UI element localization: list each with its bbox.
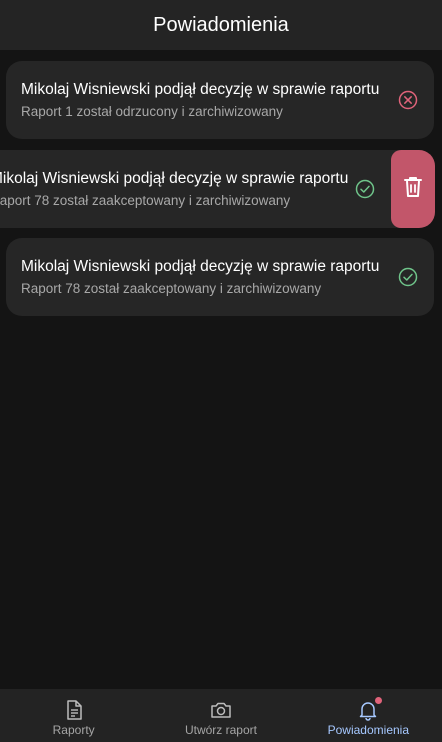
document-icon	[63, 699, 85, 721]
tab-powiadomienia[interactable]: Powiadomienia	[295, 689, 442, 742]
tab-utworz-raport[interactable]: Utwórz raport	[147, 689, 294, 742]
notification-card[interactable]: Mikolaj Wisniewski podjął decyzję w spra…	[6, 238, 434, 316]
delete-button[interactable]	[391, 150, 435, 228]
camera-icon	[210, 699, 232, 721]
x-circle-icon	[398, 90, 418, 110]
notification-title: Mikolaj Wisniewski podjął decyzję w spra…	[21, 81, 380, 98]
check-circle-icon	[355, 179, 375, 199]
notification-card[interactable]: Mikolaj Wisniewski podjął decyzję w spra…	[6, 61, 434, 139]
check-circle-icon	[398, 267, 418, 287]
bottom-tab-bar: Raporty Utwórz raport Powiadomienia	[0, 689, 442, 742]
notification-title: Mikolaj Wisniewski podjął decyzję w spra…	[0, 170, 349, 187]
tab-raporty[interactable]: Raporty	[0, 689, 147, 742]
page-title: Powiadomienia	[153, 13, 289, 36]
notification-subtitle: Raport 78 został zaakceptowany i zarchiw…	[21, 281, 322, 296]
notification-title: Mikolaj Wisniewski podjął decyzję w spra…	[21, 258, 380, 275]
bell-icon	[357, 697, 383, 721]
trash-icon	[402, 175, 424, 204]
tab-label: Raporty	[52, 723, 95, 737]
tab-label: Utwórz raport	[184, 723, 257, 737]
notification-subtitle: Raport 1 został odrzucony i zarchiwizowa…	[21, 104, 283, 119]
notification-card-swiped[interactable]: Mikolaj Wisniewski podjął decyzję w spra…	[0, 150, 435, 228]
tab-label: Powiadomienia	[327, 723, 410, 737]
notification-subtitle: Raport 78 został zaakceptowany i zarchiw…	[0, 193, 291, 208]
top-header: Powiadomienia	[0, 0, 442, 50]
notification-badge	[375, 697, 383, 704]
